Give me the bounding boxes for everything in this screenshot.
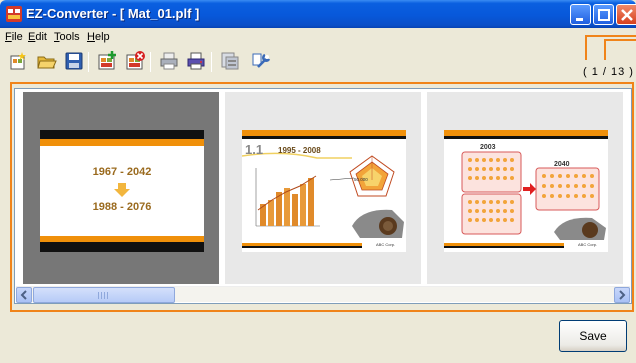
scroll-thumb[interactable] — [33, 287, 175, 303]
save-button[interactable]: Save — [559, 320, 627, 352]
maximize-button[interactable] — [593, 4, 614, 25]
minimize-button[interactable] — [570, 4, 591, 25]
menu-edit[interactable]: Edit — [28, 31, 47, 43]
scroll-grip-icon — [98, 292, 110, 299]
slide-3-footer: ABC Corp. — [578, 242, 597, 247]
save-disk-icon[interactable] — [62, 49, 86, 73]
app-window: EZ-Converter - [ Mat_01.plf ] File Edit … — [0, 0, 636, 363]
app-icon — [6, 6, 22, 22]
slide-thumbnail-3[interactable]: 2003 2040 ABC Corp. — [427, 92, 623, 284]
slide-thumbnail-2[interactable]: 1.1 1995 - 2008 50,000 ABC Corp. — [225, 92, 421, 284]
print-color-icon[interactable] — [184, 49, 208, 73]
slide-2-heading-num: 1.1 — [245, 142, 263, 157]
page-counter: ( 1 / 13 ) — [583, 66, 634, 78]
slide-1-line1: 1967 - 2042 — [93, 166, 152, 178]
delete-slide-icon[interactable] — [123, 49, 147, 73]
window-title: EZ-Converter - [ Mat_01.plf ] — [26, 6, 200, 21]
print-icon[interactable] — [157, 49, 181, 73]
close-button[interactable] — [616, 4, 636, 25]
open-folder-icon[interactable] — [35, 49, 59, 73]
slide-thumbnail-1[interactable]: 1967 - 2042 1988 - 2076 — [23, 92, 219, 284]
settings-wrench-icon[interactable] — [250, 49, 274, 73]
scroll-right-button[interactable] — [614, 287, 630, 303]
menu-tools[interactable]: Tools — [54, 31, 80, 43]
toolbar: ( 1 / 13 ) — [0, 35, 636, 82]
horizontal-scrollbar[interactable] — [16, 286, 630, 303]
slide-2-footer: ABC Corp. — [376, 242, 395, 247]
export-icon[interactable] — [218, 49, 242, 73]
slide-viewer: 1967 - 2042 1988 - 2076 1.1 1995 - 2008 — [14, 88, 632, 304]
slide-3-right-label: 2040 — [554, 161, 570, 168]
menu-file[interactable]: File — [5, 31, 23, 43]
title-bar[interactable]: EZ-Converter - [ Mat_01.plf ] — [0, 0, 636, 28]
menu-bar: File Edit Tools Help — [0, 28, 636, 46]
add-slide-icon[interactable] — [95, 49, 119, 73]
slide-3-left-label: 2003 — [480, 144, 496, 151]
scroll-left-button[interactable] — [16, 287, 32, 303]
menu-help[interactable]: Help — [87, 31, 110, 43]
slide-2-heading-range: 1995 - 2008 — [278, 146, 321, 155]
slide-2-label: 50,000 — [354, 177, 368, 182]
slide-1-line2: 1988 - 2076 — [93, 201, 152, 213]
new-icon[interactable] — [6, 49, 30, 73]
